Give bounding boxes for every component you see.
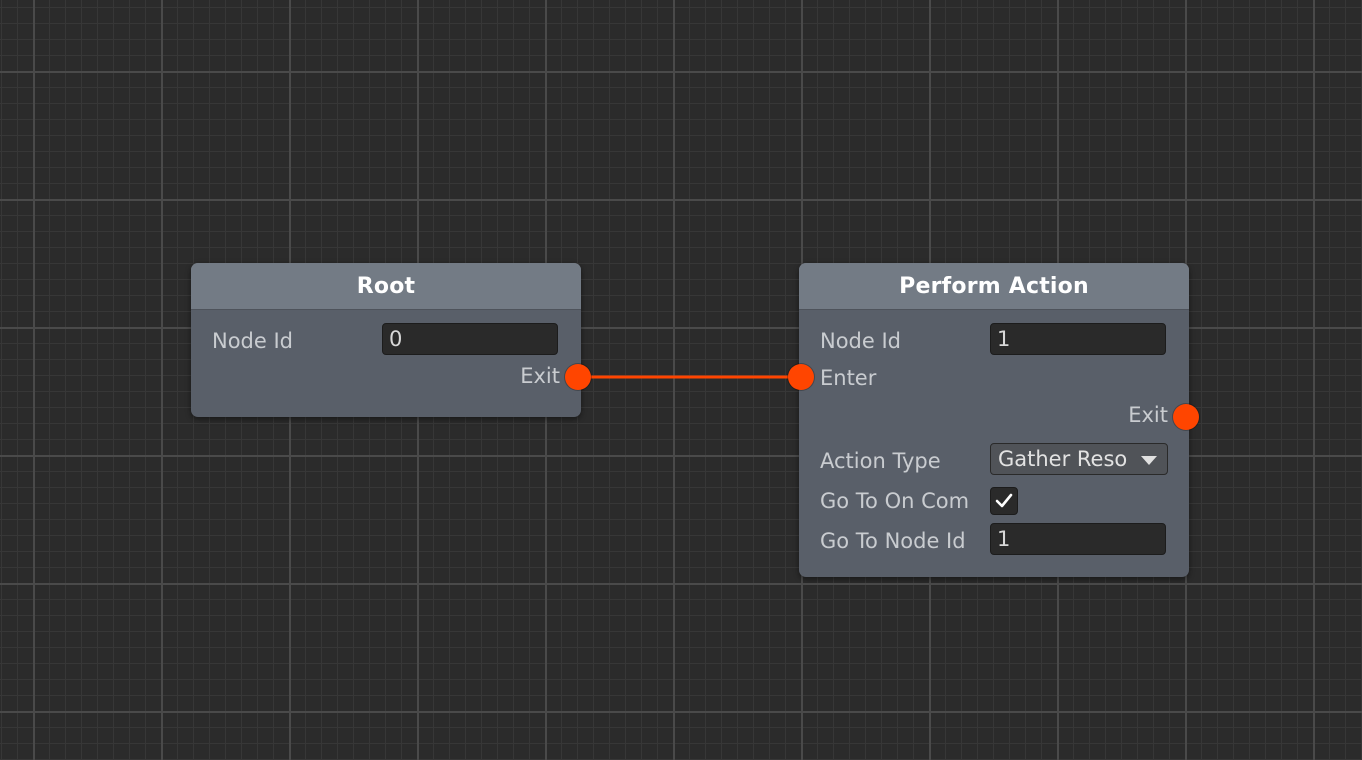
- go-to-on-complete-label: Go To On Com: [820, 489, 970, 513]
- go-to-on-complete-checkbox[interactable]: [990, 487, 1018, 515]
- exit-port-label: Exit: [1128, 403, 1168, 427]
- enter-port[interactable]: [788, 364, 814, 390]
- go-to-node-id-label: Go To Node Id: [820, 529, 966, 553]
- node-id-field[interactable]: [382, 323, 558, 355]
- exit-port[interactable]: [565, 364, 591, 390]
- go-to-node-id-row: Go To Node Id: [799, 521, 1189, 561]
- action-type-value: Gather Reso: [998, 447, 1128, 471]
- checkmark-icon: [995, 493, 1013, 508]
- exit-port[interactable]: [1173, 404, 1199, 430]
- action-type-dropdown[interactable]: Gather Reso: [990, 443, 1168, 475]
- graph-canvas[interactable]: Root Node Id Exit Perform Action Node Id…: [0, 0, 1362, 760]
- node-title[interactable]: Perform Action: [799, 263, 1189, 310]
- node-title[interactable]: Root: [191, 263, 581, 310]
- action-type-row: Action Type Gather Reso: [799, 441, 1189, 481]
- perform-action-node[interactable]: Perform Action Node Id Enter Exit Action…: [788, 263, 1199, 577]
- action-type-label: Action Type: [820, 449, 941, 473]
- enter-port-label: Enter: [820, 366, 877, 390]
- chevron-down-icon: [1141, 456, 1157, 465]
- node-id-field[interactable]: [990, 323, 1166, 355]
- node-id-label: Node Id: [820, 329, 902, 353]
- exit-port-label: Exit: [520, 364, 560, 388]
- root-node[interactable]: Root Node Id Exit: [191, 263, 591, 417]
- go-to-node-id-field[interactable]: [990, 523, 1166, 555]
- go-to-on-complete-row: Go To On Com: [799, 481, 1189, 521]
- node-id-row: Node Id: [799, 321, 1189, 361]
- node-id-row: Node Id: [191, 321, 581, 361]
- node-id-label: Node Id: [212, 329, 294, 353]
